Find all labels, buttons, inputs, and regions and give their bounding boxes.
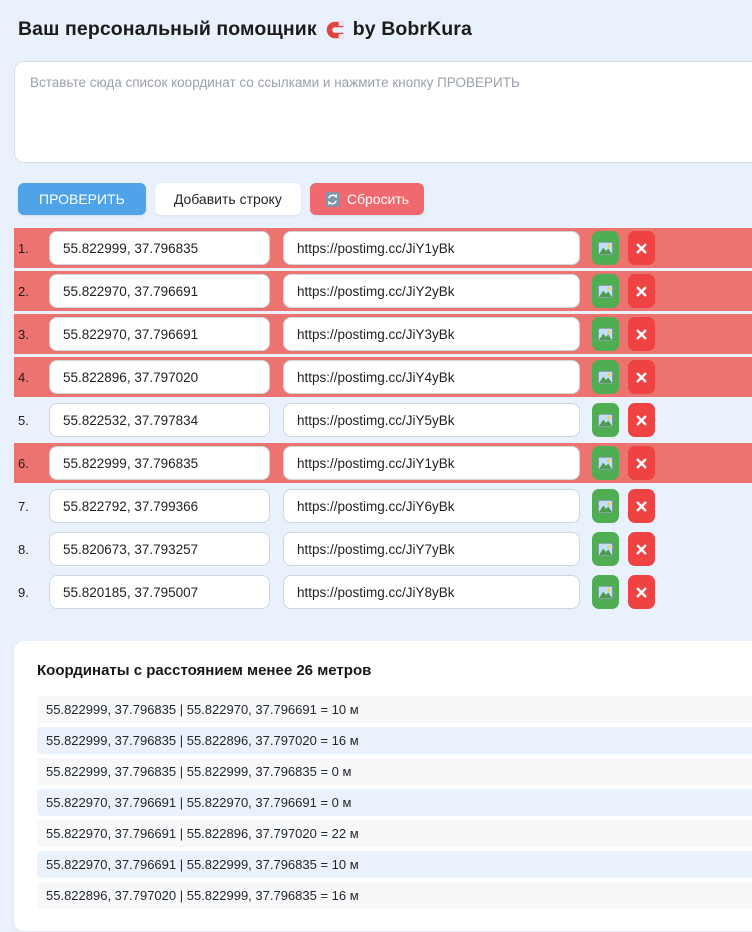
result-item: 55.822896, 37.797020 | 55.822999, 37.796… <box>37 882 752 909</box>
result-item: 55.822970, 37.796691 | 55.822896, 37.797… <box>37 820 752 847</box>
link-input[interactable] <box>283 575 580 609</box>
coords-textarea[interactable] <box>14 61 752 163</box>
row-number: 5. <box>18 413 49 428</box>
close-icon <box>636 587 647 598</box>
coordinates-input[interactable] <box>49 446 270 480</box>
coordinate-row: 4. <box>14 357 752 397</box>
coordinate-row: 3. <box>14 314 752 354</box>
close-icon <box>636 329 647 340</box>
coordinates-input[interactable] <box>49 532 270 566</box>
row-number: 6. <box>18 456 49 471</box>
coordinates-input[interactable] <box>49 317 270 351</box>
coordinates-input[interactable] <box>49 360 270 394</box>
close-icon <box>636 243 647 254</box>
coordinate-row: 8. <box>14 529 752 569</box>
result-item: 55.822999, 37.796835 | 55.822999, 37.796… <box>37 758 752 785</box>
delete-row-button[interactable] <box>628 489 655 523</box>
delete-row-button[interactable] <box>628 532 655 566</box>
coordinates-input[interactable] <box>49 575 270 609</box>
check-button[interactable]: ПРОВЕРИТЬ <box>18 183 146 215</box>
coordinate-row: 9. <box>14 572 752 612</box>
image-icon <box>598 371 613 384</box>
view-image-button[interactable] <box>592 274 619 308</box>
result-item: 55.822999, 37.796835 | 55.822970, 37.796… <box>37 696 752 723</box>
link-input[interactable] <box>283 360 580 394</box>
row-number: 4. <box>18 370 49 385</box>
view-image-button[interactable] <box>592 403 619 437</box>
image-icon <box>598 586 613 599</box>
row-number: 8. <box>18 542 49 557</box>
result-item: 55.822970, 37.796691 | 55.822970, 37.796… <box>37 789 752 816</box>
delete-row-button[interactable] <box>628 360 655 394</box>
link-input[interactable] <box>283 231 580 265</box>
row-number: 3. <box>18 327 49 342</box>
delete-row-button[interactable] <box>628 274 655 308</box>
link-input[interactable] <box>283 532 580 566</box>
magnet-icon <box>324 19 346 41</box>
coordinates-input[interactable] <box>49 403 270 437</box>
close-icon <box>636 544 647 555</box>
coordinates-input[interactable] <box>49 231 270 265</box>
image-icon <box>598 285 613 298</box>
toolbar: ПРОВЕРИТЬ Добавить строку Сбросить <box>18 183 752 215</box>
link-input[interactable] <box>283 403 580 437</box>
coordinate-row: 7. <box>14 486 752 526</box>
link-input[interactable] <box>283 317 580 351</box>
add-row-button[interactable]: Добавить строку <box>155 183 301 215</box>
row-number: 1. <box>18 241 49 256</box>
reset-button[interactable]: Сбросить <box>310 183 424 215</box>
close-icon <box>636 372 647 383</box>
coordinate-row: 2. <box>14 271 752 311</box>
coordinate-row: 6. <box>14 443 752 483</box>
delete-row-button[interactable] <box>628 575 655 609</box>
close-icon <box>636 501 647 512</box>
view-image-button[interactable] <box>592 317 619 351</box>
results-card: Координаты с расстоянием менее 26 метров… <box>14 641 752 931</box>
page-title: Ваш персональный помощник by BobrKura <box>18 18 752 41</box>
image-icon <box>598 500 613 513</box>
close-icon <box>636 458 647 469</box>
page-title-prefix: Ваш персональный помощник <box>18 18 317 41</box>
close-icon <box>636 415 647 426</box>
view-image-button[interactable] <box>592 231 619 265</box>
view-image-button[interactable] <box>592 446 619 480</box>
view-image-button[interactable] <box>592 575 619 609</box>
row-number: 9. <box>18 585 49 600</box>
delete-row-button[interactable] <box>628 317 655 351</box>
coordinate-rows: 1. 2. 3. 4. <box>0 228 752 612</box>
link-input[interactable] <box>283 489 580 523</box>
image-icon <box>598 242 613 255</box>
delete-row-button[interactable] <box>628 231 655 265</box>
row-number: 7. <box>18 499 49 514</box>
row-number: 2. <box>18 284 49 299</box>
view-image-button[interactable] <box>592 489 619 523</box>
result-item: 55.822970, 37.796691 | 55.822999, 37.796… <box>37 851 752 878</box>
coordinates-input[interactable] <box>49 274 270 308</box>
coordinate-row: 1. <box>14 228 752 268</box>
page-title-suffix: by BobrKura <box>353 18 472 41</box>
close-icon <box>636 286 647 297</box>
image-icon <box>598 414 613 427</box>
refresh-icon <box>325 192 340 207</box>
coordinates-input[interactable] <box>49 489 270 523</box>
image-icon <box>598 543 613 556</box>
delete-row-button[interactable] <box>628 446 655 480</box>
delete-row-button[interactable] <box>628 403 655 437</box>
view-image-button[interactable] <box>592 532 619 566</box>
reset-button-label: Сбросить <box>347 191 409 207</box>
view-image-button[interactable] <box>592 360 619 394</box>
link-input[interactable] <box>283 274 580 308</box>
image-icon <box>598 457 613 470</box>
result-item: 55.822999, 37.796835 | 55.822896, 37.797… <box>37 727 752 754</box>
link-input[interactable] <box>283 446 580 480</box>
coordinate-row: 5. <box>14 400 752 440</box>
image-icon <box>598 328 613 341</box>
results-header: Координаты с расстоянием менее 26 метров <box>37 662 752 679</box>
